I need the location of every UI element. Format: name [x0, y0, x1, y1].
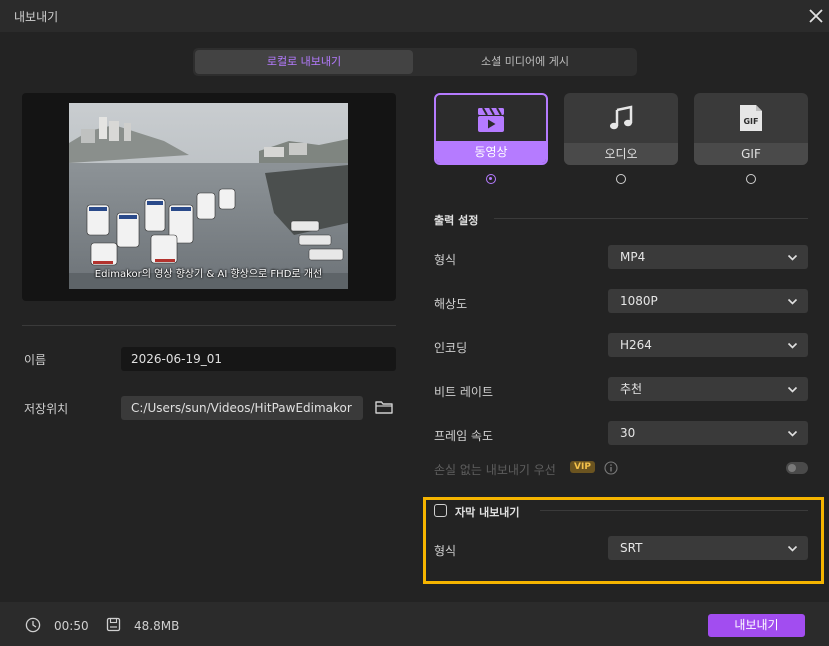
- lossless-toggle[interactable]: [786, 462, 808, 474]
- format-card-audio-label: 오디오: [564, 143, 678, 165]
- chevron-down-icon: [787, 342, 798, 349]
- vip-badge: VIP: [570, 461, 595, 473]
- lossless-export-label: 손실 없는 내보내기 우선: [434, 463, 556, 477]
- format-card-video-label: 동영상: [436, 141, 546, 163]
- gif-file-icon: GIF: [740, 105, 762, 131]
- radio-video[interactable]: [486, 174, 496, 184]
- subtitle-format-select[interactable]: SRT: [608, 536, 808, 560]
- encoding-select-value: H264: [620, 338, 652, 352]
- subtitle-format-label: 형식: [434, 544, 457, 558]
- folder-icon[interactable]: [374, 397, 394, 417]
- resolution-select-value: 1080P: [620, 294, 658, 308]
- gif-icon-text: GIF: [743, 117, 758, 126]
- radio-audio[interactable]: [616, 174, 626, 184]
- chevron-down-icon: [787, 298, 798, 305]
- framerate-label: 프레임 속도: [434, 429, 494, 443]
- subtitle-format-select-value: SRT: [620, 541, 643, 555]
- title-bar: [0, 0, 829, 32]
- resolution-select[interactable]: 1080P: [608, 289, 808, 313]
- export-button[interactable]: 내보내기: [708, 614, 805, 637]
- radio-gif[interactable]: [746, 174, 756, 184]
- window-title: 내보내기: [14, 10, 59, 24]
- subtitle-export-checkbox[interactable]: [434, 504, 447, 517]
- output-settings-title: 출력 설정: [434, 214, 479, 227]
- close-icon[interactable]: [804, 4, 828, 28]
- clock-icon: [25, 617, 41, 633]
- name-label: 이름: [24, 353, 47, 367]
- format-select[interactable]: MP4: [608, 245, 808, 269]
- save-location-label: 저장위치: [24, 402, 69, 416]
- preview-frame-image: [69, 103, 348, 289]
- file-size-icon: [106, 617, 121, 632]
- clapperboard-icon: [478, 107, 504, 132]
- subtitle-export-label: 자막 내보내기: [455, 506, 520, 519]
- encoding-label: 인코딩: [434, 341, 468, 355]
- chevron-down-icon: [787, 386, 798, 393]
- tab-local-export[interactable]: 로컬로 내보내기: [195, 50, 413, 74]
- save-location-input[interactable]: C:/Users/sun/Videos/HitPawEdimakor: [121, 396, 363, 420]
- preview-subtitle: Edimakor의 영상 향상기 & AI 향상으로 FHD로 개선: [94, 269, 323, 280]
- file-size-text: 48.8MB: [134, 619, 180, 633]
- format-select-value: MP4: [620, 250, 646, 264]
- divider: [494, 218, 808, 219]
- info-icon[interactable]: [604, 461, 618, 475]
- bitrate-select-value: 추천: [620, 382, 643, 396]
- divider: [540, 510, 808, 511]
- duration-text: 00:50: [54, 619, 89, 633]
- tab-social-media[interactable]: 소셜 미디어에 게시: [415, 50, 635, 74]
- divider: [22, 325, 396, 326]
- format-label: 형식: [434, 253, 457, 267]
- export-tabs: 로컬로 내보내기 소셜 미디어에 게시: [193, 48, 637, 76]
- music-note-icon: [610, 105, 633, 130]
- file-name-input[interactable]: 2026-06-19_01: [121, 347, 396, 371]
- framerate-select-value: 30: [620, 426, 636, 440]
- bitrate-label: 비트 레이트: [434, 385, 494, 399]
- format-card-video[interactable]: 동영상: [434, 93, 548, 165]
- chevron-down-icon: [787, 254, 798, 261]
- format-card-gif-label: GIF: [694, 143, 808, 165]
- format-card-audio[interactable]: 오디오: [564, 93, 678, 165]
- resolution-label: 해상도: [434, 297, 468, 311]
- bitrate-select[interactable]: 추천: [608, 377, 808, 401]
- chevron-down-icon: [787, 430, 798, 437]
- encoding-select[interactable]: H264: [608, 333, 808, 357]
- chevron-down-icon: [787, 545, 798, 552]
- video-preview: Edimakor의 영상 향상기 & AI 향상으로 FHD로 개선: [22, 93, 396, 301]
- format-card-gif[interactable]: GIF GIF: [694, 93, 808, 165]
- framerate-select[interactable]: 30: [608, 421, 808, 445]
- bottom-bar: [0, 602, 829, 646]
